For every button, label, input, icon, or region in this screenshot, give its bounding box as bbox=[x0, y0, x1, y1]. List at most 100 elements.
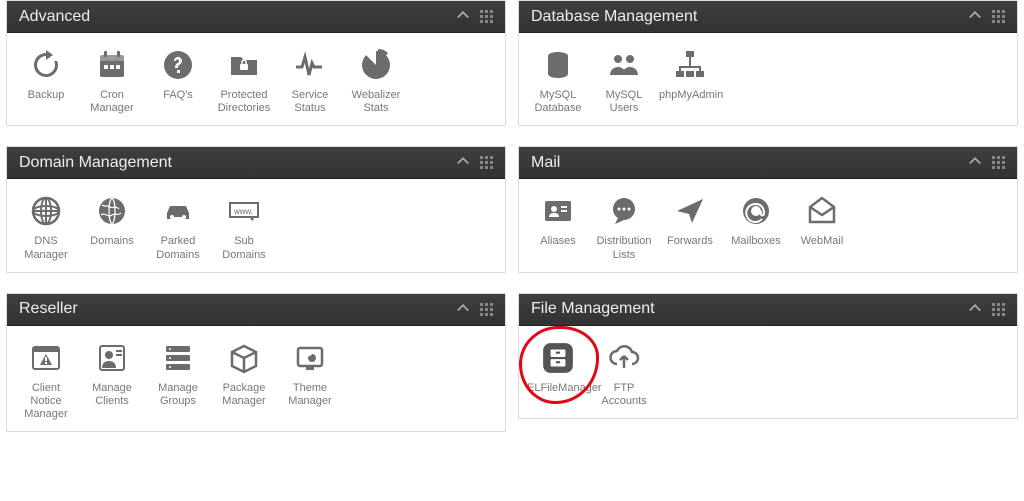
chat-icon bbox=[608, 195, 640, 227]
item-ftp-accounts[interactable]: FTP Accounts bbox=[591, 338, 657, 408]
drag-handle-icon[interactable] bbox=[480, 156, 493, 169]
warning-window-icon bbox=[30, 342, 62, 374]
panel-domain: Domain Management DNS Manager Domains Pa… bbox=[6, 146, 506, 272]
pulse-icon bbox=[294, 49, 326, 81]
item-label: Cron Manager bbox=[81, 89, 143, 115]
org-chart-icon bbox=[674, 49, 706, 81]
item-label: WebMail bbox=[791, 235, 853, 261]
panel-title: Reseller bbox=[19, 300, 456, 318]
panel-header-advanced[interactable]: Advanced bbox=[7, 1, 505, 33]
envelope-open-icon bbox=[806, 195, 838, 227]
theme-icon bbox=[294, 342, 326, 374]
servers-icon bbox=[162, 342, 194, 374]
chevron-up-icon[interactable] bbox=[456, 153, 470, 172]
drag-handle-icon[interactable] bbox=[480, 10, 493, 23]
panel-title: Database Management bbox=[531, 8, 968, 26]
paper-plane-icon bbox=[674, 195, 706, 227]
drag-handle-icon[interactable] bbox=[992, 156, 1005, 169]
panel-header-reseller[interactable]: Reseller bbox=[7, 294, 505, 326]
address-bar-icon bbox=[228, 195, 260, 227]
item-phpmyadmin[interactable]: phpMyAdmin bbox=[657, 45, 723, 115]
item-label: Domains bbox=[81, 235, 143, 261]
folder-lock-icon bbox=[228, 49, 260, 81]
item-label: MySQL Database bbox=[527, 89, 589, 115]
calendar-icon bbox=[96, 49, 128, 81]
chevron-up-icon[interactable] bbox=[968, 300, 982, 319]
item-service-status[interactable]: Service Status bbox=[277, 45, 343, 115]
item-label: ELFileManager bbox=[527, 382, 589, 408]
item-forwards[interactable]: Forwards bbox=[657, 191, 723, 261]
item-aliases[interactable]: Aliases bbox=[525, 191, 591, 261]
panel-mail: Mail Aliases Distribution Lists Forwards… bbox=[518, 146, 1018, 272]
pie-icon bbox=[360, 49, 392, 81]
panel-title: Mail bbox=[531, 154, 968, 172]
panel-reseller: Reseller Client Notice Manager Manage Cl… bbox=[6, 293, 506, 433]
item-label: Forwards bbox=[659, 235, 721, 261]
item-mysql-users[interactable]: MySQL Users bbox=[591, 45, 657, 115]
panel-header-file[interactable]: File Management bbox=[519, 294, 1017, 326]
panel-header-database[interactable]: Database Management bbox=[519, 1, 1017, 33]
item-cron-manager[interactable]: Cron Manager bbox=[79, 45, 145, 115]
item-label: Client Notice Manager bbox=[15, 382, 77, 422]
panel-database: Database Management MySQL Database MySQL… bbox=[518, 0, 1018, 126]
chevron-up-icon[interactable] bbox=[968, 153, 982, 172]
item-webmail[interactable]: WebMail bbox=[789, 191, 855, 261]
item-label: DNS Manager bbox=[15, 235, 77, 261]
item-label: Service Status bbox=[279, 89, 341, 115]
chevron-up-icon[interactable] bbox=[456, 7, 470, 26]
item-label: Package Manager bbox=[213, 382, 275, 408]
item-dns-manager[interactable]: DNS Manager bbox=[13, 191, 79, 261]
file-manager-icon bbox=[541, 341, 575, 375]
item-client-notice-manager[interactable]: Client Notice Manager bbox=[13, 338, 79, 422]
item-label: Parked Domains bbox=[147, 235, 209, 261]
item-mysql-database[interactable]: MySQL Database bbox=[525, 45, 591, 115]
item-label: FAQ's bbox=[147, 89, 209, 115]
item-label: Mailboxes bbox=[725, 235, 787, 261]
item-elfilemanager[interactable]: ELFileManager bbox=[525, 338, 591, 408]
item-label: Protected Directories bbox=[213, 89, 275, 115]
box-icon bbox=[228, 342, 260, 374]
id-card-icon bbox=[542, 195, 574, 227]
drag-handle-icon[interactable] bbox=[992, 303, 1005, 316]
panel-title: Advanced bbox=[19, 8, 456, 26]
item-label: Backup bbox=[15, 89, 77, 115]
item-label: Manage Groups bbox=[147, 382, 209, 408]
chevron-up-icon[interactable] bbox=[968, 7, 982, 26]
item-distribution-lists[interactable]: Distribution Lists bbox=[591, 191, 657, 261]
question-icon bbox=[162, 49, 194, 81]
panel-header-mail[interactable]: Mail bbox=[519, 147, 1017, 179]
globe-grid-icon bbox=[30, 195, 62, 227]
item-package-manager[interactable]: Package Manager bbox=[211, 338, 277, 422]
at-icon bbox=[740, 195, 772, 227]
item-label: Theme Manager bbox=[279, 382, 341, 408]
item-label: phpMyAdmin bbox=[659, 89, 721, 115]
item-sub-domains[interactable]: Sub Domains bbox=[211, 191, 277, 261]
item-manage-clients[interactable]: Manage Clients bbox=[79, 338, 145, 422]
item-domains[interactable]: Domains bbox=[79, 191, 145, 261]
panel-title: Domain Management bbox=[19, 154, 456, 172]
item-mailboxes[interactable]: Mailboxes bbox=[723, 191, 789, 261]
item-label: MySQL Users bbox=[593, 89, 655, 115]
item-parked-domains[interactable]: Parked Domains bbox=[145, 191, 211, 261]
globe-icon bbox=[96, 195, 128, 227]
item-faqs[interactable]: FAQ's bbox=[145, 45, 211, 115]
drag-handle-icon[interactable] bbox=[480, 303, 493, 316]
item-webalizer-stats[interactable]: Webalizer Stats bbox=[343, 45, 409, 115]
item-label: Distribution Lists bbox=[593, 235, 655, 261]
drag-handle-icon[interactable] bbox=[992, 10, 1005, 23]
database-icon bbox=[542, 49, 574, 81]
item-label: Sub Domains bbox=[213, 235, 275, 261]
chevron-up-icon[interactable] bbox=[456, 300, 470, 319]
item-label: Aliases bbox=[527, 235, 589, 261]
cloud-upload-icon bbox=[608, 342, 640, 374]
panel-header-domain[interactable]: Domain Management bbox=[7, 147, 505, 179]
panel-title: File Management bbox=[531, 300, 968, 318]
item-backup[interactable]: Backup bbox=[13, 45, 79, 115]
item-protected-directories[interactable]: Protected Directories bbox=[211, 45, 277, 115]
item-label: FTP Accounts bbox=[593, 382, 655, 408]
item-label: Webalizer Stats bbox=[345, 89, 407, 115]
item-manage-groups[interactable]: Manage Groups bbox=[145, 338, 211, 422]
users-icon bbox=[608, 49, 640, 81]
refresh-icon bbox=[30, 49, 62, 81]
item-theme-manager[interactable]: Theme Manager bbox=[277, 338, 343, 422]
